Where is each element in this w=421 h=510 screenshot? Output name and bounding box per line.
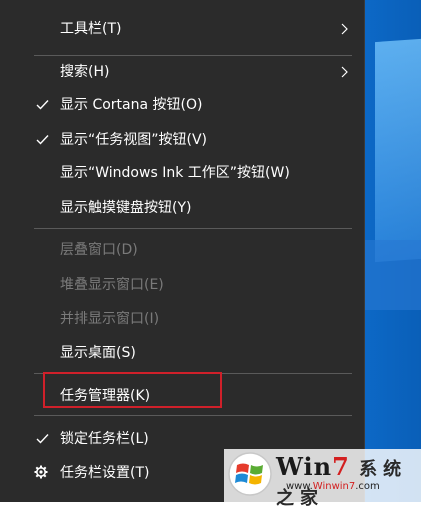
chevron-right-icon (341, 55, 351, 89)
menu-item-show-cortana[interactable]: 显示 Cortana 按钮(O) (0, 88, 365, 122)
wallpaper-light (360, 240, 421, 310)
watermark-url: www.Winwin7.com (286, 481, 380, 492)
checkmark-icon (36, 88, 50, 122)
menu-item-label: 堆叠显示窗口(E) (60, 277, 164, 293)
checkmark-icon (36, 123, 50, 157)
menu-item-show-task-view[interactable]: 显示“任务视图”按钮(V) (0, 123, 365, 157)
menu-item-label: 显示“Windows Ink 工作区”按钮(W) (60, 165, 290, 181)
menu-separator (34, 415, 352, 416)
menu-item-search[interactable]: 搜索(H) (0, 55, 365, 89)
checkmark-icon (36, 422, 50, 456)
highlight-annotation-box (43, 372, 222, 408)
menu-item-side-by-side-windows: 并排显示窗口(I) (0, 302, 365, 336)
menu-item-show-touch-keyboard[interactable]: 显示触摸键盘按钮(Y) (0, 191, 365, 225)
menu-item-cascade-windows: 层叠窗口(D) (0, 233, 365, 267)
menu-item-label: 任务栏设置(T) (60, 465, 150, 481)
wallpaper-light (375, 37, 421, 263)
menu-item-show-desktop[interactable]: 显示桌面(S) (0, 336, 365, 370)
menu-item-label: 显示 Cortana 按钮(O) (60, 97, 203, 113)
windows-logo-icon (228, 452, 272, 496)
menu-item-label: 锁定任务栏(L) (60, 431, 149, 447)
taskbar-context-menu: 工具栏(T) 搜索(H) 显示 Cortana 按钮(O) 显示“任务视图”按钮… (0, 0, 365, 502)
menu-item-show-windows-ink[interactable]: 显示“Windows Ink 工作区”按钮(W) (0, 156, 365, 190)
menu-item-label: 显示触摸键盘按钮(Y) (60, 200, 192, 216)
site-watermark: Win7 系统之家 www.Winwin7.com (224, 449, 421, 509)
chevron-right-icon (341, 12, 351, 46)
menu-item-label: 显示桌面(S) (60, 345, 136, 361)
menu-item-toolbars[interactable]: 工具栏(T) (0, 12, 365, 46)
menu-item-label: 工具栏(T) (60, 21, 122, 37)
gear-icon (34, 456, 50, 490)
menu-separator (34, 228, 352, 229)
menu-item-label: 层叠窗口(D) (60, 242, 138, 258)
menu-item-label: 搜索(H) (60, 64, 110, 80)
menu-item-label: 并排显示窗口(I) (60, 311, 160, 327)
menu-item-label: 显示“任务视图”按钮(V) (60, 132, 208, 148)
menu-item-stack-windows: 堆叠显示窗口(E) (0, 268, 365, 302)
